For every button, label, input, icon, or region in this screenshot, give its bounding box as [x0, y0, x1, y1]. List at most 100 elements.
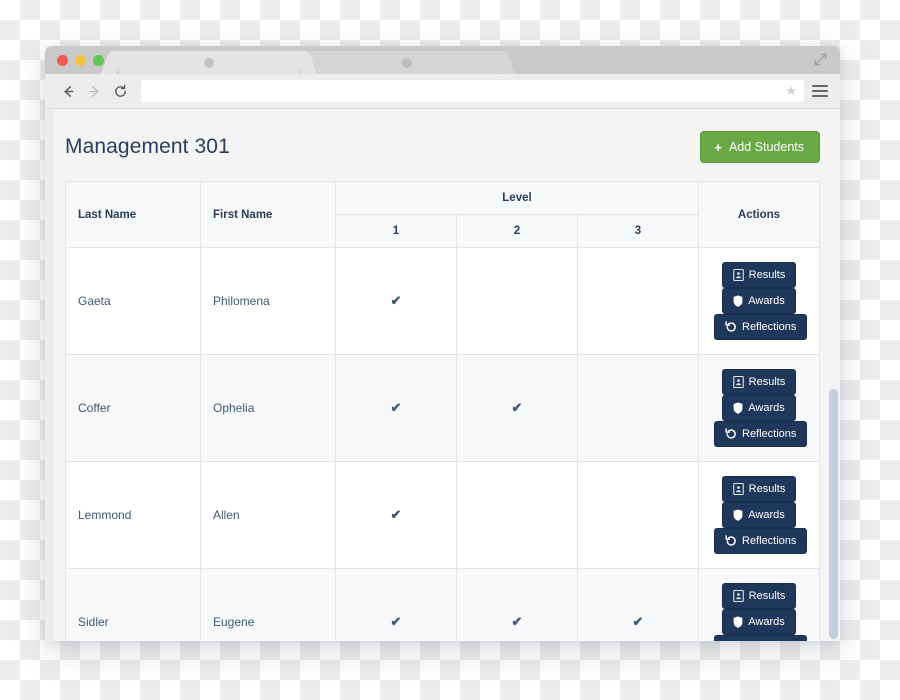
reflections-button[interactable]: Reflections	[714, 528, 808, 554]
plus-icon: +	[714, 139, 722, 155]
awards-label: Awards	[748, 508, 785, 521]
minimize-window-button[interactable]	[75, 55, 86, 66]
browser-tab-1[interactable]	[119, 51, 299, 74]
bookmark-star-icon[interactable]: ★	[785, 84, 797, 97]
column-header-last-name[interactable]: Last Name	[65, 181, 201, 248]
column-header-level-1[interactable]: 1	[335, 214, 457, 248]
reflections-button[interactable]: Reflections	[714, 314, 808, 340]
cell-level-2	[456, 461, 578, 569]
cell-level-2	[456, 247, 578, 355]
cell-level-2: ✔	[456, 354, 578, 462]
cell-level-3	[577, 461, 699, 569]
add-students-button[interactable]: + Add Students	[700, 131, 820, 163]
content-scrollbar[interactable]	[829, 389, 838, 639]
column-header-level: Level	[335, 181, 699, 215]
awards-button[interactable]: Awards	[722, 609, 796, 635]
awards-label: Awards	[748, 615, 785, 628]
cell-first-name: Allen	[200, 461, 336, 569]
tab-favicon-icon	[402, 58, 412, 68]
column-header-level-3[interactable]: 3	[577, 214, 699, 248]
shield-icon	[733, 616, 743, 628]
address-bar[interactable]: ★	[141, 80, 804, 102]
table-row: Coffer Ophelia ✔ ✔ Results Awards Reflections	[65, 354, 820, 462]
cell-level-1: ✔	[335, 354, 457, 462]
file-icon	[732, 483, 744, 495]
window-controls	[57, 55, 104, 66]
reflections-button[interactable]: Reflections	[714, 635, 808, 641]
hamburger-menu-icon[interactable]	[812, 83, 828, 99]
students-table: Last Name First Name Level Actions 1 2 3…	[65, 181, 820, 641]
awards-label: Awards	[748, 294, 785, 307]
cell-level-1: ✔	[335, 247, 457, 355]
cell-level-1: ✔	[335, 461, 457, 569]
undo-arrow-icon	[725, 535, 736, 546]
cell-last-name: Lemmond	[65, 461, 201, 569]
left-gutter	[45, 109, 54, 641]
browser-toolbar: ★	[45, 74, 840, 109]
cell-actions: Results Awards Reflections	[698, 354, 820, 462]
reload-icon[interactable]	[109, 80, 131, 102]
results-label: Results	[748, 268, 786, 281]
table-header: Last Name First Name Level Actions 1 2 3	[65, 181, 820, 248]
cell-first-name: Philomena	[200, 247, 336, 355]
browser-window: ★ Management 301 + Add Students Last Nam…	[45, 46, 840, 641]
browser-tab-3[interactable]	[515, 51, 695, 74]
cell-level-3	[577, 247, 699, 355]
awards-label: Awards	[748, 401, 785, 414]
page-header: Management 301 + Add Students	[65, 131, 820, 163]
browser-tab-2[interactable]	[317, 51, 497, 74]
reflections-label: Reflections	[742, 427, 797, 440]
forward-icon[interactable]	[83, 80, 105, 102]
results-button[interactable]: Results	[721, 583, 797, 609]
browser-titlebar	[45, 46, 840, 74]
table-row: Gaeta Philomena ✔ Results Awards Reflections	[65, 247, 820, 355]
table-row: SidlerEugene✔✔✔ResultsAwardsReflections	[65, 568, 820, 641]
shield-icon	[733, 509, 743, 521]
results-button[interactable]: Results	[721, 476, 797, 502]
back-icon[interactable]	[57, 80, 79, 102]
cell-actions: Results Awards Reflections	[698, 568, 820, 641]
awards-button[interactable]: Awards	[722, 502, 796, 528]
undo-arrow-icon	[725, 428, 736, 439]
table-body: Gaeta Philomena ✔ Results Awards Reflections C…	[65, 247, 820, 641]
expand-icon[interactable]	[813, 52, 828, 67]
reflections-label: Reflections	[742, 534, 797, 547]
close-window-button[interactable]	[57, 55, 68, 66]
cell-last-name: Sidler	[65, 568, 201, 641]
shield-icon	[733, 295, 743, 307]
file-icon	[732, 376, 744, 388]
reflections-label: Reflections	[742, 320, 797, 333]
cell-level-2: ✔	[456, 568, 578, 641]
tab-favicon-icon	[204, 58, 214, 68]
results-label: Results	[748, 589, 786, 602]
file-icon	[732, 269, 744, 281]
cell-first-name: Ophelia	[200, 354, 336, 462]
maximize-window-button[interactable]	[93, 55, 104, 66]
cell-actions: Results Awards Reflections	[698, 247, 820, 355]
awards-button[interactable]: Awards	[722, 288, 796, 314]
page-title: Management 301	[65, 135, 230, 158]
table-row: Lemmond Allen ✔ Results Awards Reflections	[65, 461, 820, 569]
cell-actions: Results Awards Reflections	[698, 461, 820, 569]
reflections-button[interactable]: Reflections	[714, 421, 808, 447]
results-button[interactable]: Results	[721, 262, 797, 288]
awards-button[interactable]: Awards	[722, 395, 796, 421]
shield-icon	[733, 402, 743, 414]
cell-last-name: Coffer	[65, 354, 201, 462]
add-students-label: Add Students	[728, 140, 804, 154]
cell-first-name: Eugene	[200, 568, 336, 641]
file-icon	[732, 590, 744, 602]
results-label: Results	[748, 375, 786, 388]
results-button[interactable]: Results	[721, 369, 797, 395]
column-header-actions: Actions	[698, 181, 820, 248]
cell-level-3	[577, 354, 699, 462]
undo-arrow-icon	[725, 321, 736, 332]
table-header-row-1: Last Name First Name Level Actions	[65, 181, 820, 248]
results-label: Results	[748, 482, 786, 495]
cell-level-3: ✔	[577, 568, 699, 641]
column-header-first-name[interactable]: First Name	[200, 181, 336, 248]
address-input[interactable]	[149, 85, 796, 97]
cell-last-name: Gaeta	[65, 247, 201, 355]
page-content: Management 301 + Add Students Last Name …	[45, 109, 840, 641]
column-header-level-2[interactable]: 2	[456, 214, 578, 248]
